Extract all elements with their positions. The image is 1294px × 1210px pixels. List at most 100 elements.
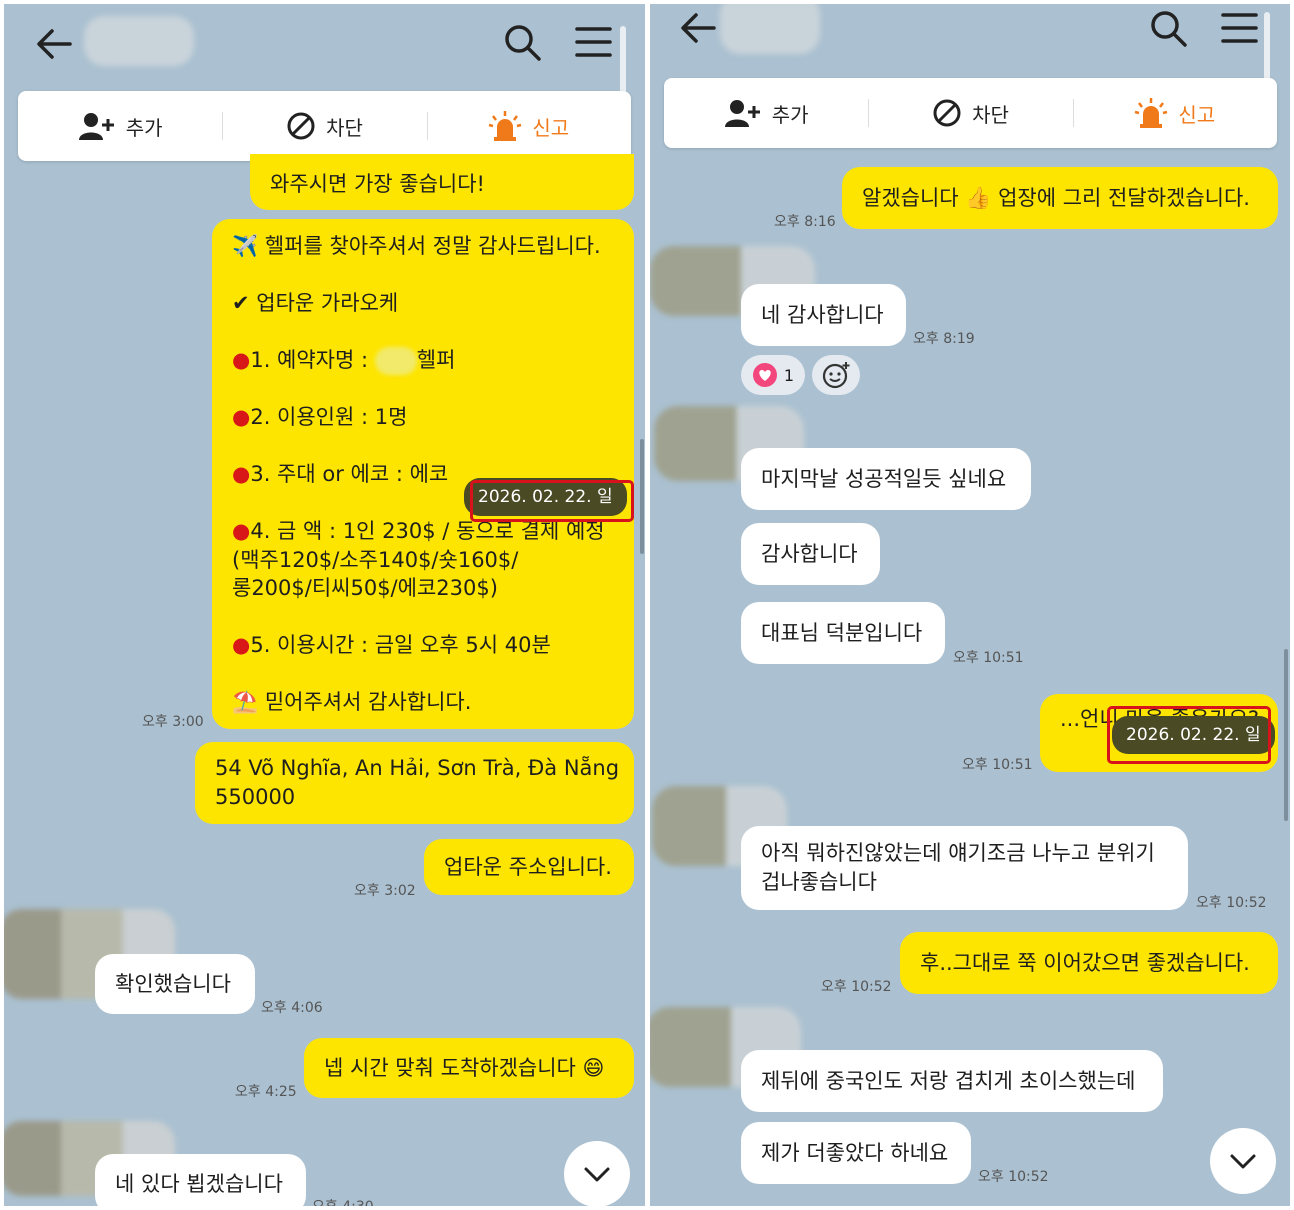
airplane-icon: ✈️ [232, 234, 259, 258]
message-bubble[interactable]: 확인했습니다 [95, 954, 255, 1014]
message-time: 오후 4:06 [261, 1000, 323, 1016]
message-text: 확인했습니다 [115, 972, 231, 996]
card-line: 5. 이용시간 : 금일 오후 5시 40분 [250, 633, 551, 657]
message-text: 넵 시간 맞춰 도착하겠습니다 😄 [324, 1056, 605, 1080]
message-text: 제가 더좋았다 하네요 [761, 1141, 949, 1165]
siren-icon [1135, 98, 1168, 128]
back-arrow-icon[interactable] [678, 10, 718, 46]
message-time: 오후 10:52 [821, 979, 892, 995]
date-highlight-box [1107, 706, 1271, 764]
message-text: 겁나좋습니다 [761, 870, 877, 894]
message-time: 오후 4:30 [312, 1196, 374, 1206]
add-emoji-icon [822, 362, 850, 389]
left-chat-screen: 추가 차단 신고 와주시면 가장 좋습니다! ✈️ 헬퍼를 찾아주셔서 정말 감… [4, 4, 645, 1206]
block-button[interactable]: 차단 [868, 98, 1072, 128]
search-icon[interactable] [1148, 8, 1190, 50]
address-line: 54 Võ Nghĩa, An Hải, Sơn Trà, Đà Nẵng [215, 756, 620, 780]
card-line: 4. 금 액 : 1인 230$ / 동으로 결제 예정 [250, 519, 605, 543]
reservation-card-bubble[interactable]: ✈️ 헬퍼를 찾아주셔서 정말 감사드립니다. ✔ 업타운 가라오케 ●1. 예… [212, 219, 634, 729]
card-line: 1. 예약자명 : [250, 348, 375, 372]
heart-icon [752, 363, 777, 387]
message-text: 아직 뭐하진않았는데 얘기조금 나누고 분위기 [761, 841, 1155, 865]
blurred-profile-name [84, 16, 194, 66]
message-bubble[interactable]: 네 감사합니다 [741, 284, 906, 346]
scroll-down-button[interactable] [1210, 1128, 1276, 1194]
message-bubble[interactable]: 와주시면 가장 좋습니다! [250, 154, 634, 210]
message-text: 마지막날 성공적일듯 싶네요 [761, 467, 1007, 491]
add-friend-icon [78, 113, 114, 140]
message-time: 오후 3:02 [354, 883, 416, 899]
message-text: 와주시면 가장 좋습니다! [270, 172, 485, 196]
card-line: (맥주120$/소주140$/숏160$/ [232, 548, 519, 572]
card-line: 3. 주대 or 에코 : 에코 [250, 462, 449, 486]
block-button[interactable]: 차단 [222, 111, 426, 141]
message-text: 후..그대로 쭉 이어갔으면 좋겠습니다. [920, 951, 1250, 975]
address-bubble[interactable]: 54 Võ Nghĩa, An Hải, Sơn Trà, Đà Nẵng 55… [195, 742, 634, 824]
message-bubble[interactable]: 네 있다 뵙겠습니다 [95, 1154, 306, 1206]
message-time: 오후 10:52 [1196, 895, 1267, 911]
heart-reaction[interactable]: 1 [741, 355, 805, 395]
message-bubble[interactable]: 마지막날 성공적일듯 싶네요 [741, 448, 1031, 510]
message-bubble[interactable]: 대표님 덕분입니다 [741, 602, 945, 664]
pin-icon: ● [232, 462, 251, 486]
menu-icon[interactable] [574, 24, 614, 60]
pin-icon: ● [232, 633, 251, 657]
message-text: 네 감사합니다 [761, 303, 884, 327]
message-time: 오후 10:51 [962, 757, 1033, 773]
back-arrow-icon[interactable] [34, 26, 74, 62]
report-label: 신고 [1178, 102, 1216, 127]
card-line: 헬퍼 [416, 348, 456, 372]
right-chat-screen: 추가 차단 신고 알겠습니다 👍 업장에 그리 전달하겠습니다. 오후 8:16… [650, 4, 1290, 1206]
add-friend-label: 추가 [771, 102, 809, 127]
menu-icon[interactable] [1220, 10, 1260, 46]
message-bubble[interactable]: 후..그대로 쭉 이어갔으면 좋겠습니다. [900, 932, 1278, 994]
card-line: 업타운 가라오케 [256, 291, 399, 315]
card-line: 믿어주셔서 감사합니다. [264, 690, 472, 714]
scroll-thumb[interactable] [1284, 649, 1288, 821]
message-text: 대표님 덕분입니다 [761, 621, 923, 645]
message-text: 업타운 주소입니다. [444, 855, 612, 879]
report-button[interactable]: 신고 [426, 110, 631, 142]
message-time: 오후 10:51 [953, 650, 1024, 666]
message-text: 제뒤에 중국인도 저랑 겹치게 초이스했는데 [761, 1069, 1136, 1093]
address-line: 550000 [215, 785, 296, 809]
block-icon [287, 112, 315, 140]
message-bubble[interactable]: 제가 더좋았다 하네요 [741, 1122, 971, 1184]
message-text: 네 있다 뵙겠습니다 [115, 1172, 283, 1196]
add-reaction-button[interactable] [812, 355, 860, 395]
pin-icon: ● [232, 348, 251, 372]
message-text: 알겠습니다 👍 업장에 그리 전달하겠습니다. [862, 186, 1250, 210]
pin-icon: ● [232, 405, 251, 429]
siren-icon [489, 111, 522, 141]
message-text: 감사합니다 [761, 542, 858, 566]
reaction-count: 1 [783, 365, 795, 385]
add-friend-button[interactable]: 추가 [664, 98, 868, 128]
pin-icon: ● [232, 519, 251, 543]
scroll-down-button[interactable] [564, 1141, 630, 1206]
message-bubble[interactable]: 넵 시간 맞춰 도착하겠습니다 😄 [304, 1038, 634, 1098]
message-bubble[interactable]: 감사합니다 [741, 523, 880, 585]
message-time: 오후 3:00 [142, 714, 204, 730]
add-friend-label: 추가 [125, 115, 163, 140]
scroll-thumb[interactable] [640, 439, 644, 554]
add-friend-icon [724, 100, 760, 127]
message-bubble[interactable]: 업타운 주소입니다. [424, 839, 634, 895]
report-label: 신고 [532, 115, 570, 140]
message-bubble[interactable]: 아직 뭐하진않았는데 얘기조금 나누고 분위기 겁나좋습니다 [741, 826, 1188, 910]
card-line: 롱200$/티씨50$/에코230$) [232, 576, 498, 600]
message-time: 오후 8:19 [913, 331, 975, 347]
message-time: 오후 10:52 [978, 1169, 1049, 1185]
block-label: 차단 [972, 102, 1009, 127]
friend-action-bar: 추가 차단 신고 [18, 91, 631, 161]
message-bubble[interactable]: 제뒤에 중국인도 저랑 겹치게 초이스했는데 [741, 1050, 1163, 1112]
search-icon[interactable] [502, 22, 544, 64]
chevron-down-icon [584, 1167, 610, 1182]
card-line: 헬퍼를 찾아주셔서 정말 감사드립니다. [264, 234, 601, 258]
checkmark-icon: ✔ [232, 291, 250, 315]
message-bubble[interactable]: 알겠습니다 👍 업장에 그리 전달하겠습니다. [842, 167, 1278, 229]
add-friend-button[interactable]: 추가 [18, 111, 222, 141]
message-time: 오후 8:16 [774, 214, 836, 230]
friend-action-bar: 추가 차단 신고 [664, 78, 1277, 148]
report-button[interactable]: 신고 [1072, 97, 1277, 129]
block-icon [933, 99, 961, 127]
